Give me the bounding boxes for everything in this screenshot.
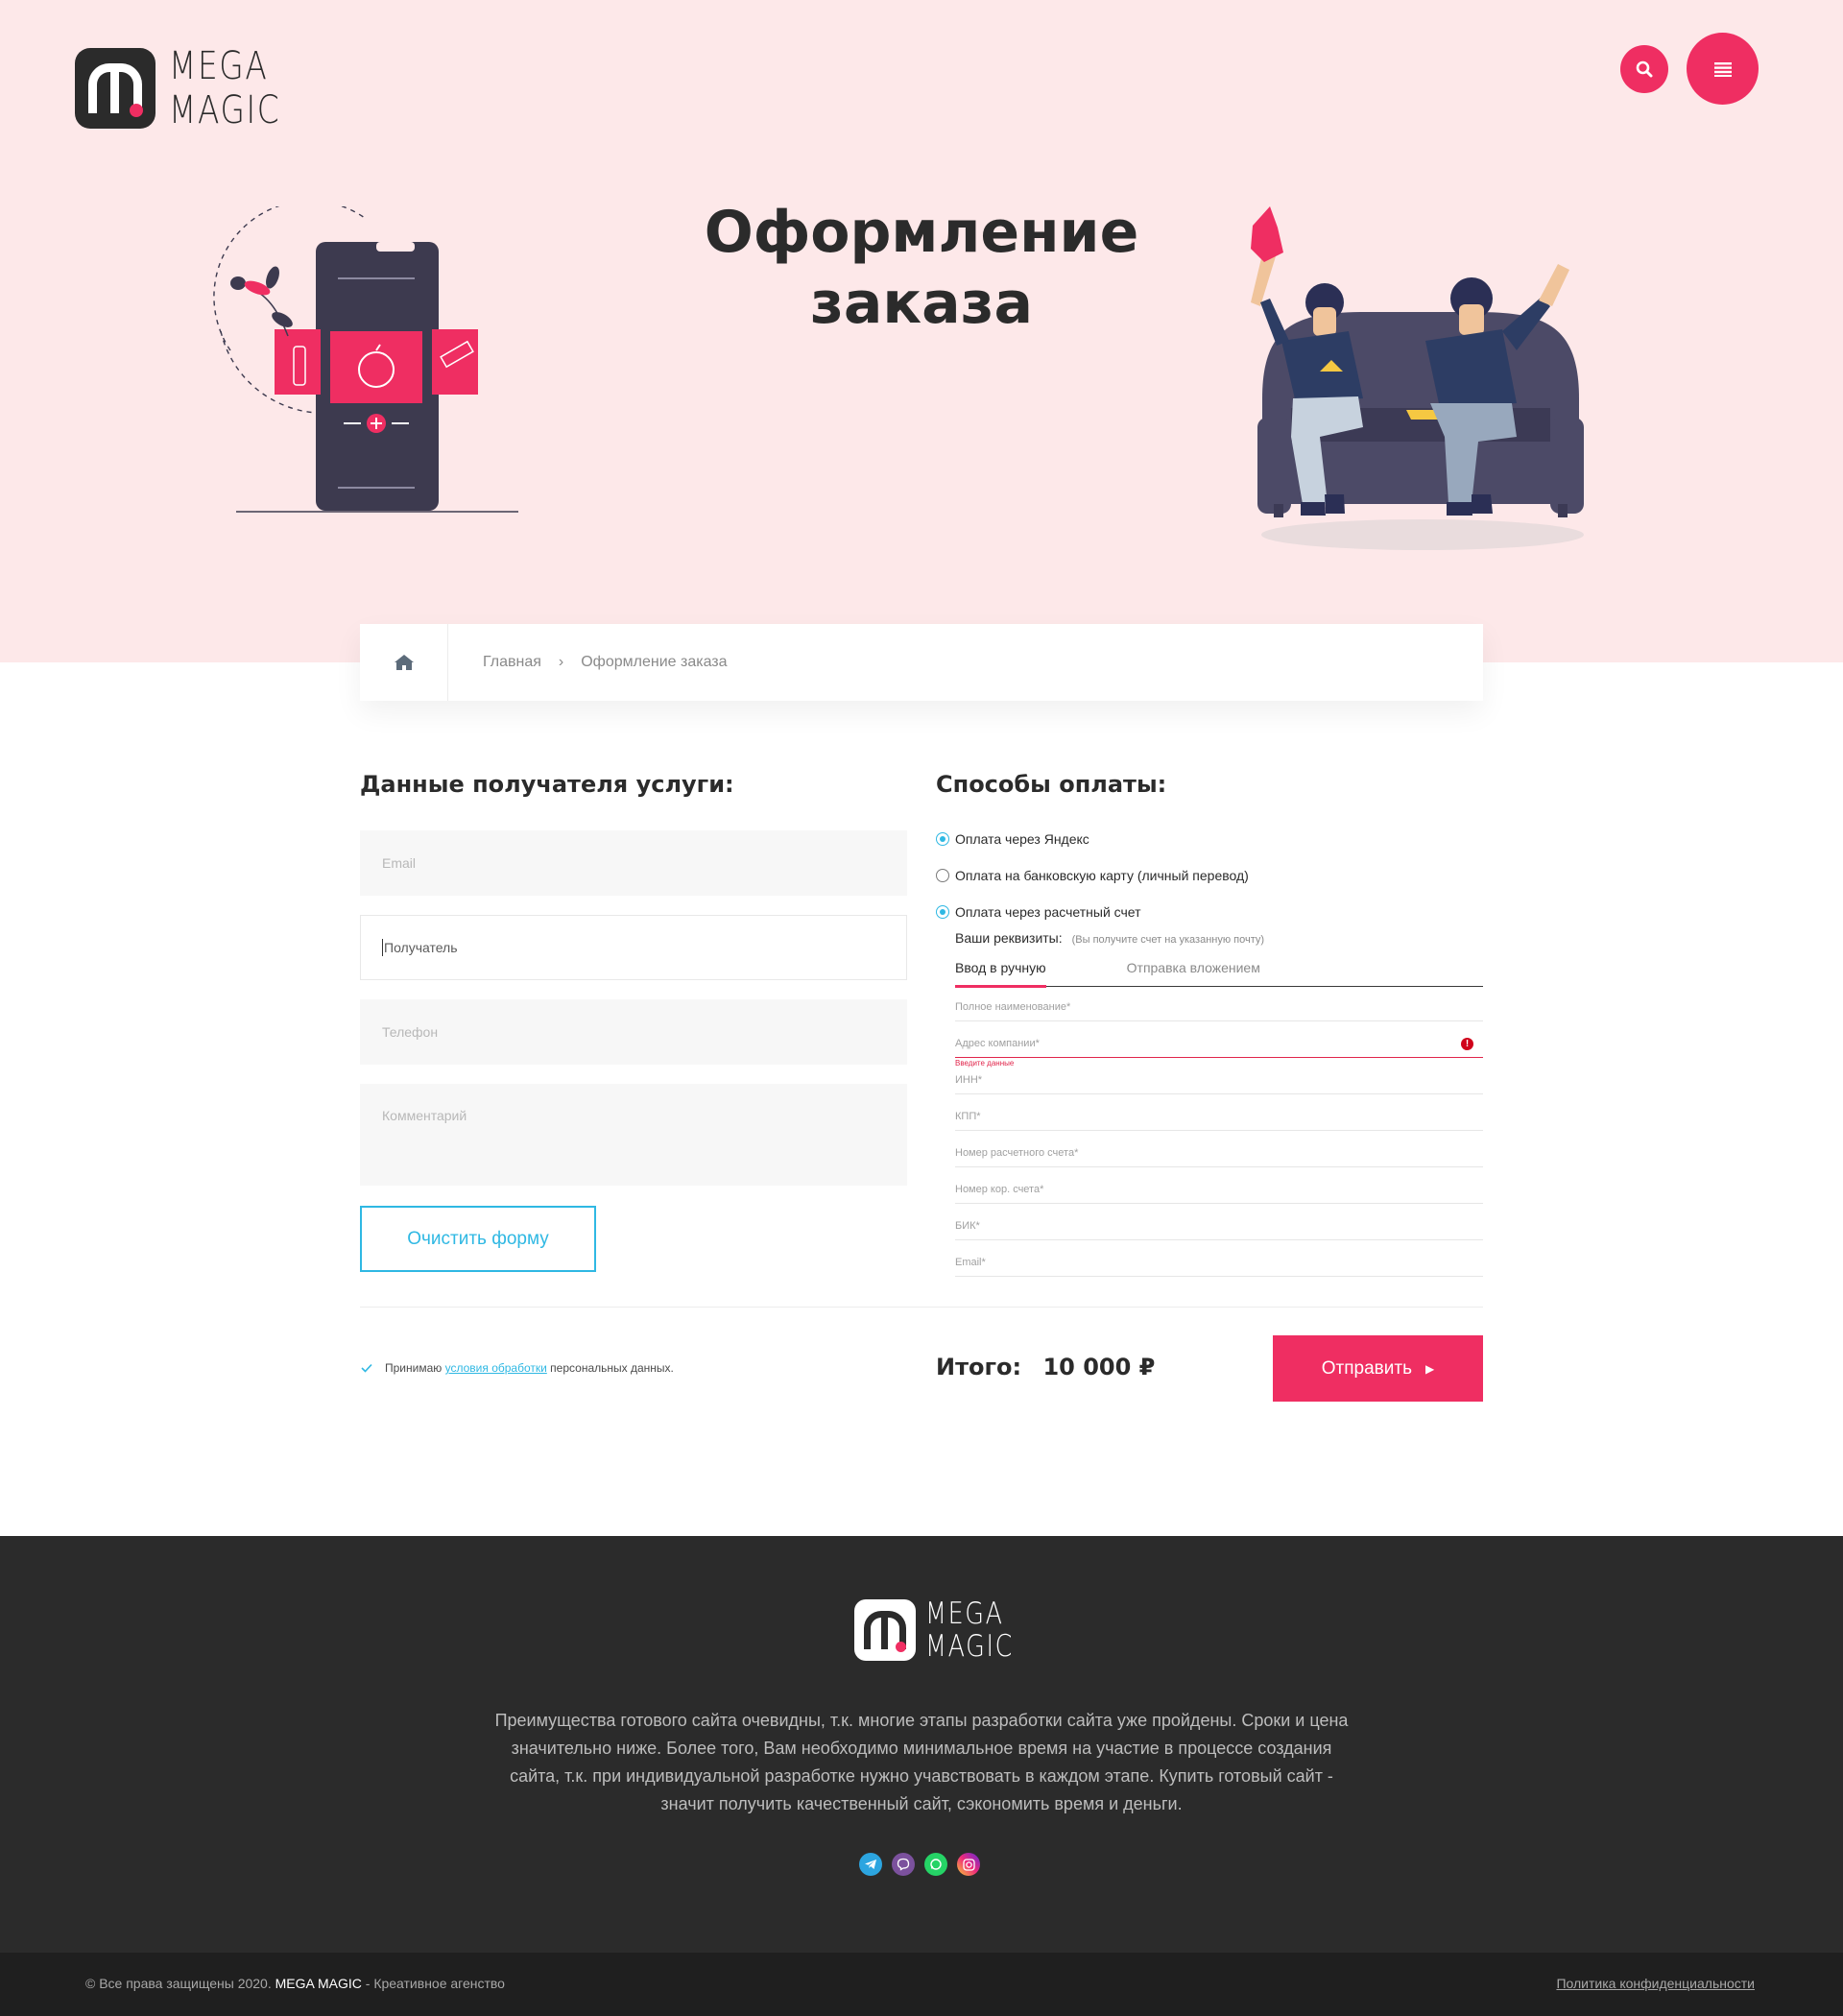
viber-icon[interactable] (892, 1853, 915, 1876)
corr-account-field[interactable]: Номер кор. счета* (955, 1175, 1483, 1204)
requisites-label: Ваши реквизиты: (Вы получите счет на ука… (955, 930, 1265, 946)
play-arrow-icon: ▶ (1424, 1361, 1435, 1376)
kpp-field[interactable]: КПП* (955, 1102, 1483, 1131)
logo-mark-icon (854, 1599, 916, 1661)
fans-illustration (1251, 206, 1584, 550)
agreement-checkbox[interactable] (360, 1361, 373, 1375)
search-icon (1636, 60, 1653, 78)
site-logo[interactable]: MEGA MAGIC (75, 44, 305, 132)
bik-field[interactable]: БИК* (955, 1212, 1483, 1240)
phone-field[interactable]: Телефон (360, 999, 907, 1065)
home-icon (394, 655, 414, 670)
radio-unchecked-icon (936, 869, 949, 882)
inn-field[interactable]: ИНН* (955, 1066, 1483, 1094)
agreement-text-prefix: Принимаю (385, 1361, 443, 1375)
instagram-icon[interactable] (957, 1853, 980, 1876)
requisites-hint: (Вы получите счет на указанную почту) (1071, 934, 1265, 946)
phone-illustration (213, 206, 518, 513)
email-placeholder: Email (382, 855, 417, 871)
payment-option-label: Оплата на банковскую карту (личный перев… (955, 868, 1249, 883)
payment-option-yandex[interactable]: Оплата через Яндекс (936, 831, 1089, 847)
error-icon: ! (1461, 1038, 1473, 1050)
search-button[interactable] (1620, 45, 1668, 93)
hero-section: MEGA MAGIC Оформление заказа (0, 0, 1843, 662)
account-number-field[interactable]: Номер расчетного счета* (955, 1139, 1483, 1167)
payment-option-label: Оплата через расчетный счет (955, 904, 1141, 920)
breadcrumb-current: Оформление заказа (581, 654, 728, 670)
footer-logo-text: MEGA MAGIC (925, 1596, 1015, 1664)
breadcrumb-home[interactable] (360, 624, 448, 701)
radio-checked-icon (936, 905, 949, 919)
submit-label: Отправить (1321, 1357, 1412, 1379)
breadcrumb-link-home[interactable]: Главная (483, 654, 541, 671)
recipient-placeholder: Получатель (384, 940, 458, 955)
agreement-link[interactable]: условия обработки (445, 1361, 547, 1375)
comment-placeholder: Комментарий (382, 1108, 467, 1123)
check-icon (361, 1363, 372, 1373)
comment-field[interactable]: Комментарий (360, 1084, 907, 1186)
total-label: Итого: (936, 1354, 1022, 1380)
footer: MEGA MAGIC Преимущества готового сайта о… (0, 1536, 1843, 1953)
logo-text: MEGA MAGIC (169, 44, 281, 132)
payment-option-account[interactable]: Оплата через расчетный счет (936, 904, 1141, 920)
social-links (859, 1853, 990, 1876)
recipient-field[interactable]: Получатель (360, 915, 907, 980)
payment-option-label: Оплата через Яндекс (955, 831, 1089, 847)
copyright: © Все права защищены 2020. MEGA MAGIC - … (85, 1976, 505, 1991)
footer-logo[interactable]: MEGA MAGIC (854, 1597, 1033, 1663)
radio-checked-icon (936, 832, 949, 846)
requisites-email-field[interactable]: Email* (955, 1248, 1483, 1277)
telegram-icon[interactable] (859, 1853, 882, 1876)
tab-attachment[interactable]: Отправка вложением (1127, 960, 1260, 986)
tab-manual-input[interactable]: Ввод в ручную (955, 960, 1046, 988)
total-value: 10 000 ₽ (1042, 1354, 1156, 1380)
order-total: Итого: 10 000 ₽ (936, 1354, 1155, 1380)
payment-heading: Способы оплаты: (936, 771, 1167, 798)
breadcrumb-separator: › (558, 654, 564, 670)
menu-button[interactable] (1687, 33, 1759, 105)
footer-description: Преимущества готового сайта очевидны, т.… (494, 1711, 1349, 1813)
logo-mark-icon (75, 48, 156, 129)
email-field[interactable]: Email (360, 830, 907, 896)
requisites-tabs: Ввод в ручную Отправка вложением (955, 960, 1483, 988)
privacy-policy-link[interactable]: Политика конфиденциальности (1556, 1976, 1755, 1991)
section-divider (360, 1307, 1483, 1308)
bottom-bar: © Все права защищены 2020. MEGA MAGIC - … (0, 1953, 1843, 2016)
whatsapp-icon[interactable] (924, 1853, 947, 1876)
phone-placeholder: Телефон (382, 1024, 439, 1040)
clear-form-button[interactable]: Очистить форму (360, 1206, 596, 1272)
agreement: Принимаю условия обработки персональных … (360, 1361, 674, 1375)
breadcrumb: Главная › Оформление заказа (360, 624, 1483, 701)
company-name-field[interactable]: Полное наименование* (955, 993, 1483, 1021)
agreement-text-suffix: персональных данных. (550, 1361, 674, 1375)
page-title: Оформление заказа (704, 199, 1139, 337)
text-caret (382, 939, 383, 956)
recipient-heading: Данные получателя услуги: (360, 771, 734, 798)
payment-option-card[interactable]: Оплата на банковскую карту (личный перев… (936, 868, 1249, 883)
hamburger-icon (1713, 61, 1732, 77)
submit-button[interactable]: Отправить ▶ (1273, 1335, 1483, 1402)
company-address-field[interactable]: Адрес компании* ! (955, 1029, 1483, 1058)
